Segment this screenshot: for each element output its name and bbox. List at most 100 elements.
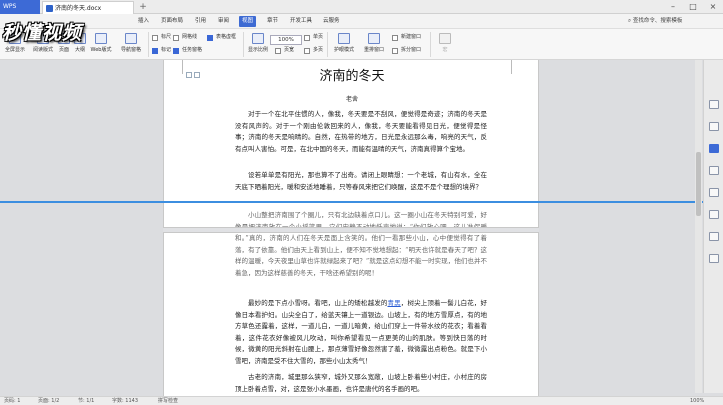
magnifier-icon xyxy=(252,33,264,44)
tools-icon[interactable] xyxy=(709,210,719,219)
multi-page-button[interactable]: 多页 xyxy=(304,46,323,55)
ruler-label: 标尺 xyxy=(161,34,172,40)
ribbon-divider xyxy=(148,32,149,57)
paragraph: 对于一个在北平住惯的人，像我，冬天要是不刮风，便觉得是奇迹；济南的冬天是没有风声… xyxy=(235,110,487,153)
menu-developer[interactable]: 开发工具 xyxy=(287,16,315,27)
gridlines-checkbox[interactable]: 网格线 xyxy=(173,33,197,42)
document-tab-label: 济南的冬天.docx xyxy=(55,5,102,12)
pointer-icon[interactable] xyxy=(709,100,719,109)
checkbox-task-pane-box xyxy=(173,48,179,54)
docx-file-icon xyxy=(46,5,53,12)
menu-page-layout[interactable]: 页面布局 xyxy=(158,16,186,27)
paragraph: 设若单单是有阳光，那也算不了出奇。请闭上眼睛想：一个老城，有山有水，全在天底下晒… xyxy=(235,171,487,191)
web-layout-label: Web版式 xyxy=(90,47,112,53)
macro-icon xyxy=(439,33,451,44)
mark-label: 标记 xyxy=(161,47,172,53)
menu-view[interactable]: 视图 xyxy=(239,16,257,27)
status-page: 页码: 1 xyxy=(4,398,21,404)
rearrange-label: 重排窗口 xyxy=(363,47,384,53)
menu-references[interactable]: 引用 xyxy=(192,16,209,27)
document-author: 老舍 xyxy=(345,96,358,103)
status-pages: 页面: 1/2 xyxy=(38,398,60,404)
rearrange-windows-button[interactable]: 重排窗口 xyxy=(360,31,388,59)
table-gridlines-label: 表格虚框 xyxy=(216,34,237,40)
nav-pane-label: 导航窗格 xyxy=(120,47,141,53)
share-icon[interactable] xyxy=(709,232,719,241)
display-ratio-label: 显示比例 xyxy=(247,47,268,53)
page-width-button[interactable]: 页宽 xyxy=(275,46,294,55)
new-window-button[interactable]: 新建窗口 xyxy=(392,33,421,42)
search-icon: ⌕ xyxy=(628,18,632,24)
ribbon-divider xyxy=(430,32,431,57)
multi-page-icon xyxy=(304,48,310,54)
paragraph: 古老的济南，城里那么狭窄，城外又那么宽敞，山坡上卧着些小村庄，小村庄的房顶上卧着… xyxy=(235,373,487,393)
wps-home-tab[interactable]: WPS xyxy=(0,0,40,14)
multi-page-label: 多页 xyxy=(313,47,324,53)
minimize-button[interactable]: – xyxy=(663,0,683,14)
paragraph: 最妙的是下点小雪呀。看吧，山上的矮松越发的青黑，树尖上顶着一髻儿白花，好像日本看… xyxy=(235,298,487,368)
single-page-button[interactable]: 单页 xyxy=(304,33,323,42)
menu-review[interactable]: 审阅 xyxy=(215,16,232,27)
new-window-label: 新建窗口 xyxy=(401,34,422,40)
help-icon[interactable] xyxy=(709,254,719,263)
hyperlink[interactable]: 青黑 xyxy=(388,299,401,307)
paragraph: 小山整把济南围了个圈儿，只有北边缺着点口儿。这一圈小山在冬天特别可爱，好像是把济… xyxy=(235,211,487,277)
gridlines-label: 网格线 xyxy=(182,34,198,40)
macro-label: 宏 xyxy=(442,47,448,53)
ribbon-divider xyxy=(327,32,328,57)
new-tab-button[interactable]: + xyxy=(137,1,149,13)
display-ratio-button[interactable]: 显示比例 xyxy=(245,31,271,59)
command-search-label: 查找命令、搜索模板 xyxy=(632,18,683,24)
table-gridlines-checkbox[interactable]: 表格虚框 xyxy=(207,33,236,42)
checkbox-gridlines-box xyxy=(173,35,179,41)
eye-mode-button[interactable]: 护眼模式 xyxy=(330,31,358,59)
status-words[interactable]: 字数: 1143 xyxy=(112,397,138,405)
status-zoom[interactable]: 100% xyxy=(690,397,704,405)
mark-checkbox[interactable]: 标记 xyxy=(152,46,171,55)
shapes-icon[interactable] xyxy=(709,144,719,153)
document-tab[interactable]: 济南的冬天.docx xyxy=(42,1,134,14)
single-page-icon xyxy=(304,35,310,41)
zoom-input[interactable]: 100% xyxy=(270,35,302,45)
status-section: 节: 1/1 xyxy=(78,398,95,404)
task-pane-label: 任务窗格 xyxy=(182,47,203,53)
watermark-logo: 秒懂视频 xyxy=(2,22,83,44)
format-icon[interactable] xyxy=(709,166,719,175)
page-width-icon xyxy=(275,48,281,54)
outline-label: 大纲 xyxy=(74,47,85,53)
scrollbar-thumb[interactable] xyxy=(696,152,701,216)
style-icon[interactable] xyxy=(709,122,719,131)
page-break-gap xyxy=(163,227,539,233)
reading-layout-label: 阅读版式 xyxy=(32,47,53,53)
alignment-guide-line xyxy=(0,201,723,203)
task-pane-bar xyxy=(703,60,723,393)
eye-icon xyxy=(338,33,350,44)
document-title: 济南的冬天 xyxy=(319,69,385,84)
backup-icon[interactable] xyxy=(709,188,719,197)
task-pane-checkbox[interactable]: 任务窗格 xyxy=(173,46,202,55)
status-bar: 页码: 1 页面: 1/2 节: 1/1 字数: 1143 拼写检查 100% xyxy=(0,396,723,405)
menu-cloud[interactable]: 云服务 xyxy=(320,16,343,27)
split-window-icon xyxy=(392,48,398,54)
menu-insert[interactable]: 插入 xyxy=(135,16,152,27)
checkbox-ruler-box xyxy=(152,35,158,41)
title-bar: WPS 济南的冬天.docx + – □ × xyxy=(0,0,723,14)
command-search[interactable]: ⌕ 查找命令、搜索模板 xyxy=(628,16,696,27)
close-button[interactable]: × xyxy=(703,0,723,14)
status-spell[interactable]: 拼写检查 xyxy=(158,397,178,405)
macro-button[interactable]: 宏 xyxy=(432,31,458,59)
paragraph-text: 最妙的是下点小雪呀。看吧，山上的矮松越发的青黑，树尖上顶着一髻儿白花，好像日本看… xyxy=(235,299,488,365)
ribbon-divider xyxy=(243,32,244,57)
checkbox-mark-box xyxy=(152,48,158,54)
menu-sections[interactable]: 章节 xyxy=(264,16,281,27)
split-window-button[interactable]: 拆分窗口 xyxy=(392,46,421,55)
wps-writer-window: { "titlebar": { "app_tab": "WPS", "doc_t… xyxy=(0,0,723,405)
ruler-checkbox[interactable]: 标尺 xyxy=(152,33,171,42)
page-width-label: 页宽 xyxy=(284,47,295,53)
maximize-button[interactable]: □ xyxy=(683,0,703,14)
single-page-label: 单页 xyxy=(313,34,324,40)
checkbox-table-gridlines-box xyxy=(207,35,213,41)
vertical-scrollbar[interactable] xyxy=(695,60,702,393)
windows-icon xyxy=(368,33,380,44)
eye-mode-label: 护眼模式 xyxy=(333,47,354,53)
